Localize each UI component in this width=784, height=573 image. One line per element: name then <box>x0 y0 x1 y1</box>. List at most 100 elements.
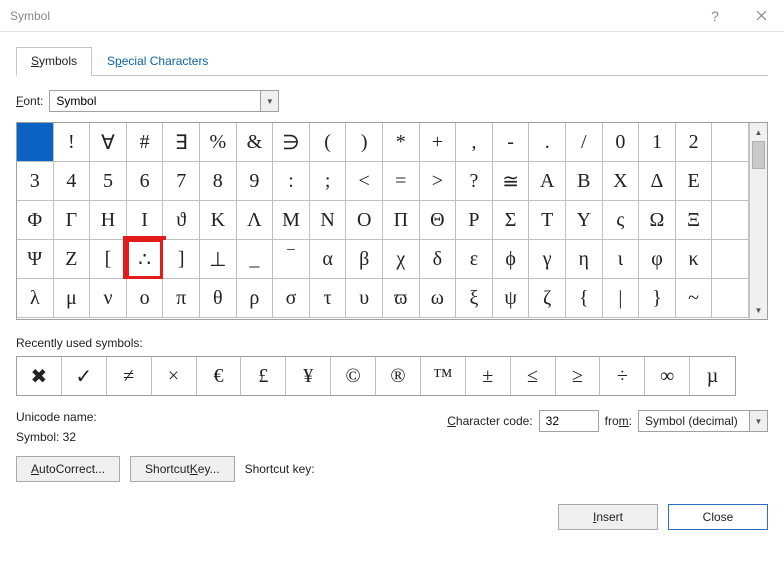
from-dropdown-button[interactable]: ▼ <box>749 411 767 431</box>
symbol-cell[interactable]: ∋ <box>273 123 310 162</box>
recent-symbol-cell[interactable]: ≥ <box>556 357 601 395</box>
symbol-cell[interactable]: γ <box>529 240 566 279</box>
symbol-cell[interactable]: Τ <box>529 201 566 240</box>
symbol-cell[interactable]: Β <box>566 162 603 201</box>
symbol-cell[interactable]: { <box>566 279 603 318</box>
symbol-cell[interactable]: . <box>529 123 566 162</box>
symbol-cell[interactable]: μ <box>54 279 91 318</box>
symbol-cell[interactable]: > <box>420 162 457 201</box>
symbol-cell[interactable]: ρ <box>237 279 274 318</box>
symbol-cell[interactable]: 7 <box>163 162 200 201</box>
symbol-cell[interactable]: < <box>346 162 383 201</box>
symbol-cell[interactable]: 0 <box>603 123 640 162</box>
font-dropdown-button[interactable]: ▼ <box>260 91 278 111</box>
symbol-cell[interactable]: ζ <box>529 279 566 318</box>
insert-button[interactable]: Insert <box>558 504 658 530</box>
recent-symbol-cell[interactable]: ® <box>376 357 421 395</box>
symbol-cell[interactable]: ο <box>127 279 164 318</box>
symbol-cell[interactable]: λ <box>17 279 54 318</box>
symbol-cell[interactable]: / <box>566 123 603 162</box>
symbol-cell[interactable]: ! <box>54 123 91 162</box>
symbol-cell[interactable]: β <box>346 240 383 279</box>
symbol-cell[interactable]: 3 <box>17 162 54 201</box>
recent-symbol-cell[interactable]: ≤ <box>511 357 556 395</box>
font-combobox[interactable]: ▼ <box>49 90 279 112</box>
symbol-cell[interactable]: ξ <box>456 279 493 318</box>
symbol-cell[interactable]: - <box>493 123 530 162</box>
symbol-cell[interactable] <box>712 123 749 162</box>
font-input[interactable] <box>50 91 260 111</box>
recent-symbol-cell[interactable]: ± <box>466 357 511 395</box>
symbol-cell[interactable]: ω <box>420 279 457 318</box>
symbol-cell[interactable]: ∃ <box>163 123 200 162</box>
symbol-cell[interactable]: ] <box>163 240 200 279</box>
symbol-cell[interactable] <box>712 279 749 318</box>
symbol-grid[interactable]: !∀#∃%&∋()*+,-./0123456789:;<=>?≅ΑΒΧΔΕΦΓΗ… <box>17 123 749 318</box>
symbol-cell[interactable] <box>712 162 749 201</box>
from-combobox[interactable]: Symbol (decimal) ▼ <box>638 410 768 432</box>
symbol-cell[interactable]: η <box>566 240 603 279</box>
symbol-cell[interactable]: = <box>383 162 420 201</box>
recent-symbol-cell[interactable]: × <box>152 357 197 395</box>
symbol-cell[interactable]: Ο <box>346 201 383 240</box>
symbol-cell[interactable]: : <box>273 162 310 201</box>
symbol-cell[interactable]: ; <box>310 162 347 201</box>
symbol-cell[interactable]: Ρ <box>456 201 493 240</box>
symbol-cell[interactable]: 5 <box>90 162 127 201</box>
scroll-down-button[interactable]: ▼ <box>750 301 767 319</box>
symbol-cell[interactable]: ν <box>90 279 127 318</box>
symbol-cell[interactable]: , <box>456 123 493 162</box>
symbol-cell[interactable]: + <box>420 123 457 162</box>
symbol-cell[interactable]: Α <box>529 162 566 201</box>
symbol-cell[interactable]: ~ <box>676 279 713 318</box>
symbol-cell[interactable]: σ <box>273 279 310 318</box>
symbol-cell[interactable]: Δ <box>639 162 676 201</box>
symbol-cell[interactable]: ( <box>310 123 347 162</box>
symbol-cell[interactable]: ⊥ <box>200 240 237 279</box>
recent-symbol-cell[interactable]: ✓ <box>62 357 107 395</box>
symbol-cell[interactable]: [ <box>90 240 127 279</box>
symbol-cell[interactable]: # <box>127 123 164 162</box>
symbol-cell[interactable]: 1 <box>639 123 676 162</box>
symbol-cell[interactable]: υ <box>346 279 383 318</box>
symbol-cell[interactable]: ς <box>603 201 640 240</box>
symbol-cell[interactable]: κ <box>676 240 713 279</box>
symbol-cell[interactable]: Ζ <box>54 240 91 279</box>
symbol-cell[interactable]: ε <box>456 240 493 279</box>
symbol-cell[interactable]: Φ <box>17 201 54 240</box>
symbol-cell[interactable]: ϕ <box>493 240 530 279</box>
symbol-cell[interactable]: ι <box>603 240 640 279</box>
symbol-cell[interactable]: ∀ <box>90 123 127 162</box>
symbol-cell[interactable]: φ <box>639 240 676 279</box>
symbol-cell[interactable]: 2 <box>676 123 713 162</box>
symbol-cell[interactable]: δ <box>420 240 457 279</box>
symbol-cell[interactable]: Ι <box>127 201 164 240</box>
autocorrect-button[interactable]: AutoCorrect... <box>16 456 120 482</box>
tab-symbols[interactable]: Symbols <box>16 47 92 76</box>
symbol-cell[interactable]: Ν <box>310 201 347 240</box>
symbol-cell[interactable] <box>712 201 749 240</box>
symbol-cell[interactable]: χ <box>383 240 420 279</box>
recent-symbol-cell[interactable]: ≠ <box>107 357 152 395</box>
symbol-cell[interactable]: Σ <box>493 201 530 240</box>
recent-symbol-cell[interactable]: ∞ <box>645 357 690 395</box>
symbol-cell[interactable]: | <box>603 279 640 318</box>
symbol-cell[interactable]: Λ <box>237 201 274 240</box>
shortcut-key-button[interactable]: Shortcut Key... <box>130 456 235 482</box>
close-window-button[interactable] <box>738 0 784 32</box>
symbol-cell[interactable]: % <box>200 123 237 162</box>
character-code-input[interactable] <box>539 410 599 432</box>
scroll-thumb[interactable] <box>752 141 765 169</box>
symbol-cell[interactable]: 6 <box>127 162 164 201</box>
symbol-cell[interactable]: Ψ <box>17 240 54 279</box>
symbol-cell[interactable]: & <box>237 123 274 162</box>
symbol-cell[interactable]: Γ <box>54 201 91 240</box>
symbol-cell[interactable]: α <box>310 240 347 279</box>
symbol-cell[interactable]: Χ <box>603 162 640 201</box>
grid-scrollbar[interactable]: ▲ ▼ <box>749 123 767 319</box>
symbol-cell[interactable]: θ <box>200 279 237 318</box>
recent-symbol-cell[interactable]: £ <box>241 357 286 395</box>
symbol-cell[interactable]: ϖ <box>383 279 420 318</box>
symbol-cell[interactable]: ≅ <box>493 162 530 201</box>
recent-symbol-cell[interactable]: ✖ <box>17 357 62 395</box>
